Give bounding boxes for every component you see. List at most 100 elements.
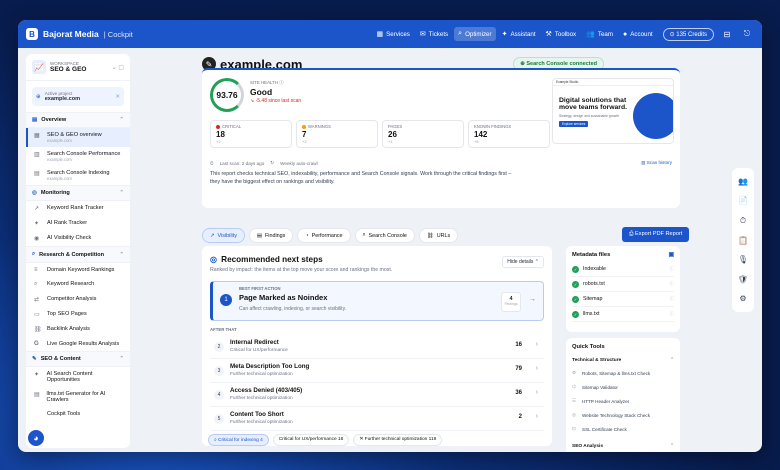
step-number: 3 <box>214 366 224 376</box>
support-chat-button[interactable]: ◕ <box>26 428 46 448</box>
stat-sub: +8 <box>474 139 479 144</box>
timer-icon[interactable]: ⏱ <box>740 216 746 226</box>
metadata-row[interactable]: ✓ Sitemap ⓘ <box>572 292 674 307</box>
chip-critical-ux[interactable]: Critical for UX/performance 16 <box>272 434 350 446</box>
step-row[interactable]: 3 Meta Description Too Long Further techni… <box>210 359 544 383</box>
nav-team[interactable]: 👥 Team <box>582 27 617 41</box>
section-research[interactable]: ⌕ Research & Competition ⌃ <box>26 246 130 263</box>
info-icon[interactable]: ⓘ <box>670 281 675 287</box>
sidebar-item-backlinks[interactable]: ⛓ Backlink Analysis <box>26 322 130 337</box>
check-icon: ✓ <box>572 310 579 318</box>
sidebar-item-top-pages[interactable]: ▭ Top SEO Pages <box>26 307 130 322</box>
sidebar-item-llms-generator[interactable]: ▤ llms.txt Generator for AI Crawlers <box>26 387 130 407</box>
stat-known-findings[interactable]: KNOWN FINDINGS 142 +8 <box>468 120 550 148</box>
sidebar-item-keyword-rank[interactable]: ↗ Keyword Rank Tracker <box>26 201 130 216</box>
quick-group-seo[interactable]: SEO Analysis ⌃ <box>572 444 674 452</box>
metadata-row[interactable]: ✓ robots.txt ⓘ <box>572 277 674 292</box>
best-first-action[interactable]: 1 BEST FIRST ACTION Page Marked as Noind… <box>210 281 544 321</box>
nav-toolbox[interactable]: ⚒ Toolbox <box>542 27 581 41</box>
info-icon[interactable]: ⓘ <box>670 296 675 302</box>
info-icon[interactable]: ⓘ <box>279 80 283 85</box>
top-bar: B Bajorat Media | Cockpit ▦ Services ✉ Tic… <box>18 20 762 48</box>
step-row[interactable]: 4 Access Denied (403/405) Further technica… <box>210 383 544 407</box>
microphone-icon[interactable]: 🎙 <box>738 255 748 264</box>
tab-performance[interactable]: ◔ Performance <box>297 228 351 243</box>
tab-visibility[interactable]: ↗ Visibility <box>202 228 245 243</box>
step-row[interactable]: 5 Content Too Short Further technical opti… <box>210 407 544 431</box>
section-content[interactable]: ✎ SEO & Content ⌃ <box>26 351 130 367</box>
hide-details-button[interactable]: Hide details ⌃ <box>502 256 544 268</box>
settings-icon[interactable]: ⚙ <box>739 294 746 303</box>
nav-assistant[interactable]: ✦ Assistant <box>498 27 540 41</box>
metadata-row[interactable]: ✓ Indexable ⓘ <box>572 262 674 277</box>
tab-label: Findings <box>265 232 286 239</box>
sidebar-item-competitor[interactable]: ⇄ Competitor Analysis <box>26 292 130 307</box>
users-icon[interactable]: 👥 <box>738 177 748 186</box>
scan-history-link[interactable]: ▥ Scan history <box>641 160 672 166</box>
workspace-switcher[interactable]: 📈 WORKSPACE SEO & GEO ⌄ ▢ <box>26 54 130 81</box>
stat-pages[interactable]: PAGES 26 +1 <box>382 120 464 148</box>
chevron-up-icon: ⌃ <box>669 444 674 449</box>
nav-services[interactable]: ▦ Services <box>373 27 414 41</box>
quick-group-technical[interactable]: Technical & Structure ⌃ <box>572 358 674 366</box>
stats-row: CRITICAL 18 +2 WARNINGS 7 +2 PAGES 26 +1 KNOWN… <box>210 120 550 148</box>
sidebar-item-gsc-indexing[interactable]: ▤ Search Console Indexing example.com <box>26 166 130 185</box>
stat-warnings[interactable]: WARNINGS 7 +2 <box>296 120 378 148</box>
quick-tool-item[interactable]: ⊡ SSL Certificate Check <box>572 422 674 436</box>
sidebar-item-seo-overview[interactable]: ▦ SEO & GEO overview example.com <box>26 128 130 147</box>
tab-label: Search Console <box>368 232 407 239</box>
quick-tool-item[interactable]: ⌬ Sitemap Validator <box>572 380 674 394</box>
last-scan: Last scan: 2 days ago <box>219 160 265 166</box>
shield-icon[interactable]: 🛡 <box>738 275 748 284</box>
external-icon[interactable]: ▣ <box>669 252 674 258</box>
nav-tickets[interactable]: ✉ Tickets <box>416 27 452 41</box>
stat-critical[interactable]: CRITICAL 18 +2 <box>210 120 292 148</box>
document-icon[interactable]: 📄 <box>738 196 748 205</box>
chip-critical-indexing[interactable]: ⌕ Critical for indexing 4 <box>208 434 269 446</box>
tool-label: Robots, Sitemap & llms.txt Check <box>582 370 651 376</box>
section-overview[interactable]: ▤ Overview ⌃ <box>26 112 130 128</box>
sidebar-item-ai-opportunities[interactable]: ✦ AI Search Content Opportunities <box>26 367 130 387</box>
team-icon: 👥 <box>586 31 595 38</box>
item-label: llms.txt Generator for AI Crawlers <box>46 391 106 403</box>
section-monitoring[interactable]: ◎ Monitoring ⌃ <box>26 185 130 201</box>
sidebar-item-live-google[interactable]: G Live Google Results Analysis <box>26 337 130 351</box>
export-pdf-button[interactable]: ⎙ Export PDF Report <box>622 227 690 242</box>
quick-tool-item[interactable]: ☰ HTTP Header Analyzer <box>572 394 674 408</box>
logout-icon[interactable]: ⎋ <box>740 27 754 41</box>
workspace-controls-icon[interactable]: ⌄ ▢ <box>112 64 124 71</box>
sidebar-item-keyword-research[interactable]: ⌕ Keyword Research <box>26 277 130 292</box>
layout-toggle-icon[interactable]: ⊟ <box>720 27 734 41</box>
tab-search-console[interactable]: ⌕ Search Console <box>354 228 415 243</box>
metadata-title-text: Metadata files <box>572 252 611 258</box>
compare-icon: ⇄ <box>34 297 40 303</box>
nav-account[interactable]: ● Account <box>619 28 657 41</box>
item-sub: example.com <box>47 176 72 181</box>
globe-icon: ⊕ <box>36 93 41 100</box>
brand-logo-icon: B <box>26 28 38 40</box>
brand[interactable]: B Bajorat Media | Cockpit <box>26 28 133 40</box>
credits-badge[interactable]: ⊙ 135 Credits <box>662 27 714 41</box>
sidebar-item-ai-visibility[interactable]: ◉ AI Visibility Check <box>26 231 130 246</box>
quick-tool-item[interactable]: ⚙ Robots, Sitemap & llms.txt Check <box>572 366 674 380</box>
sidebar-item-ai-rank[interactable]: ✦ AI Rank Tracker <box>26 216 130 231</box>
tab-findings[interactable]: ▤ Findings <box>248 228 294 243</box>
site-preview-thumbnail[interactable]: Example Studio Digital solutions that mo… <box>552 78 674 144</box>
metadata-row[interactable]: ✓ llms.txt ⓘ <box>572 307 674 322</box>
tab-urls[interactable]: ⛓ URLs <box>418 228 459 243</box>
step-row[interactable]: 2 Internal Redirect Critical for UX/perfor… <box>210 335 544 359</box>
nav-optimizer[interactable]: ⌕ Optimizer <box>454 27 496 41</box>
right-tool-rail: 👥 📄 ⏱ 📋 🎙 🛡 ⚙ <box>732 168 754 312</box>
sidebar-item-gsc-performance[interactable]: ▥ Search Console Performance example.com <box>26 147 130 166</box>
chevron-right-icon: › <box>535 365 538 372</box>
clipboard-icon[interactable]: 📋 <box>738 236 748 245</box>
active-project[interactable]: ⊕ Active project example.com ✕ <box>32 87 124 106</box>
sidebar-item-domain-rankings[interactable]: ≡ Domain Keyword Rankings <box>26 263 130 277</box>
sidebar-item-cockpit-tools[interactable]: Cockpit Tools <box>26 407 130 421</box>
close-icon[interactable]: ✕ <box>115 94 120 100</box>
health-label-text: SITE HEALTH <box>250 80 278 85</box>
quick-tool-item[interactable]: ◎ Website Technology Stack Check <box>572 408 674 422</box>
info-icon[interactable]: ⓘ <box>670 266 675 272</box>
chip-further-optimization[interactable]: ✕ Further technical optimization 119 <box>353 434 443 446</box>
info-icon[interactable]: ⓘ <box>670 311 675 317</box>
